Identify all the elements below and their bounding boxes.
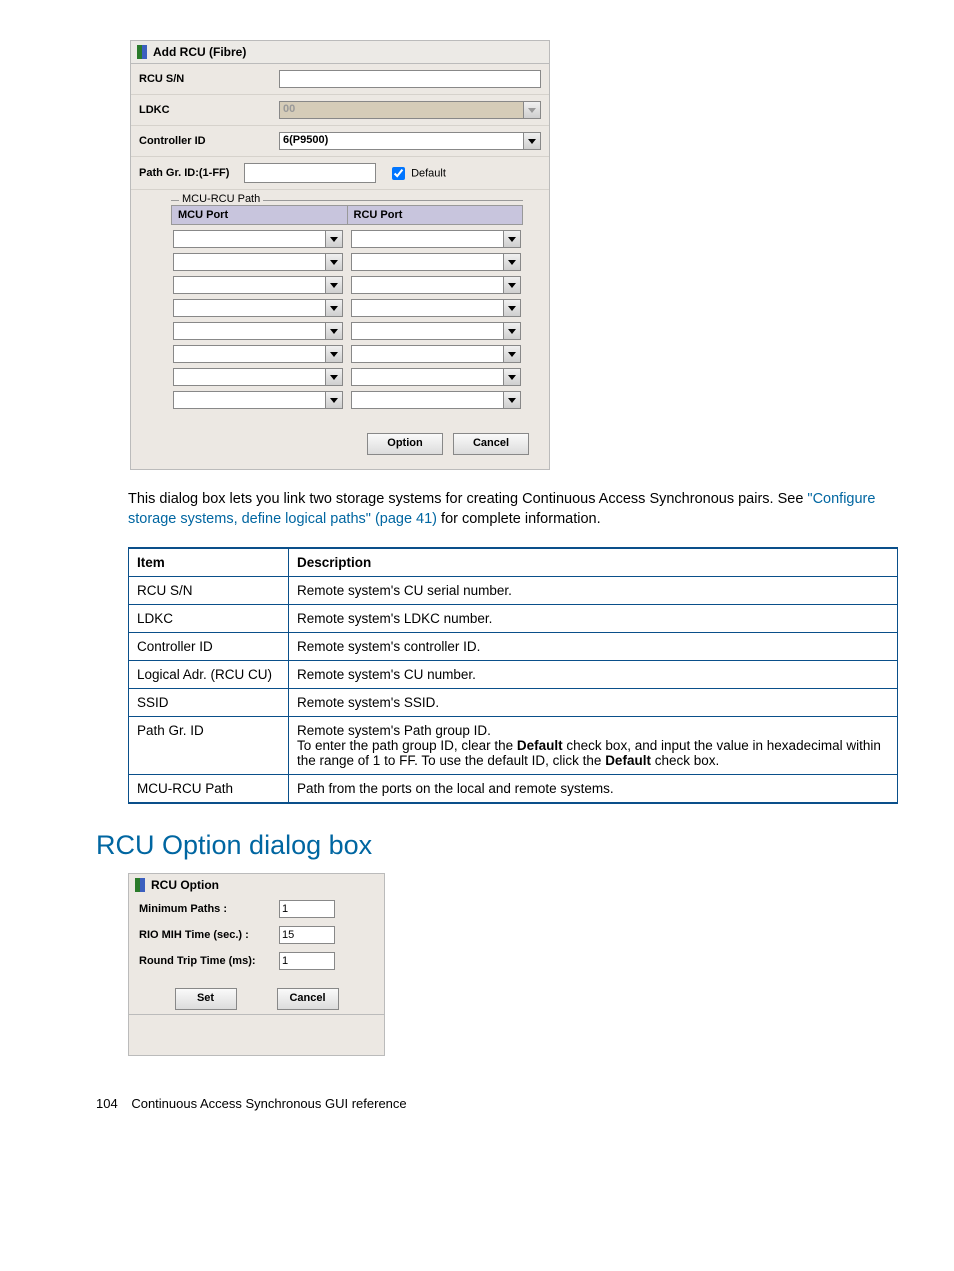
table-cell: Path Gr. ID	[129, 717, 289, 775]
option-button[interactable]: Option	[367, 433, 443, 455]
page-footer: 104 Continuous Access Synchronous GUI re…	[96, 1096, 894, 1111]
chevron-down-icon	[523, 102, 540, 118]
table-cell: MCU-RCU Path	[129, 775, 289, 804]
rcu-sn-input[interactable]	[279, 70, 541, 88]
min-paths-label: Minimum Paths :	[139, 903, 279, 915]
mcu-port-select[interactable]	[173, 299, 343, 317]
th-item: Item	[129, 548, 289, 577]
rcu-port-select[interactable]	[351, 299, 521, 317]
chevron-down-icon[interactable]	[503, 231, 520, 247]
th-desc: Description	[289, 548, 898, 577]
ldkc-select: 00	[279, 101, 541, 119]
table-cell: Remote system's Path group ID. To enter …	[289, 717, 898, 775]
rio-label: RIO MIH Time (sec.) :	[139, 929, 279, 941]
mcu-port-select[interactable]	[173, 368, 343, 386]
chevron-down-icon[interactable]	[503, 392, 520, 408]
description-paragraph: This dialog box lets you link two storag…	[128, 490, 898, 529]
rcu-port-select[interactable]	[351, 253, 521, 271]
controller-id-select[interactable]: 6(P9500)	[279, 132, 541, 150]
chevron-down-icon[interactable]	[523, 133, 540, 149]
table-cell: SSID	[129, 689, 289, 717]
mcu-rcu-legend: MCU-RCU Path	[179, 193, 263, 205]
chevron-down-icon[interactable]	[325, 300, 342, 316]
mcu-port-header: MCU Port	[172, 206, 348, 224]
cancel-button[interactable]: Cancel	[453, 433, 529, 455]
chevron-down-icon[interactable]	[325, 323, 342, 339]
mcu-port-select[interactable]	[173, 276, 343, 294]
chevron-down-icon[interactable]	[503, 300, 520, 316]
title-icon	[137, 45, 147, 59]
chevron-down-icon[interactable]	[325, 254, 342, 270]
chevron-down-icon[interactable]	[503, 323, 520, 339]
rio-input[interactable]	[279, 926, 335, 944]
dialog2-title: RCU Option	[129, 874, 384, 896]
rcu-port-select[interactable]	[351, 230, 521, 248]
chevron-down-icon[interactable]	[325, 346, 342, 362]
chevron-down-icon[interactable]	[503, 254, 520, 270]
table-cell: Controller ID	[129, 633, 289, 661]
rcu-port-select[interactable]	[351, 391, 521, 409]
table-cell: RCU S/N	[129, 577, 289, 605]
chevron-down-icon[interactable]	[325, 231, 342, 247]
table-cell: Remote system's LDKC number.	[289, 605, 898, 633]
chevron-down-icon[interactable]	[325, 369, 342, 385]
chevron-down-icon[interactable]	[325, 277, 342, 293]
table-cell: Remote system's CU number.	[289, 661, 898, 689]
path-gr-label: Path Gr. ID:(1-FF)	[139, 167, 244, 179]
footer-text: Continuous Access Synchronous GUI refere…	[131, 1096, 406, 1111]
rtt-label: Round Trip Time (ms):	[139, 955, 279, 967]
path-gr-input[interactable]	[244, 163, 376, 183]
ldkc-label: LDKC	[139, 104, 279, 116]
title-icon	[135, 878, 145, 892]
table-cell: Remote system's SSID.	[289, 689, 898, 717]
rcu-port-select[interactable]	[351, 345, 521, 363]
chevron-down-icon[interactable]	[503, 369, 520, 385]
ports-body	[171, 230, 523, 409]
mcu-port-select[interactable]	[173, 230, 343, 248]
rcu-port-select[interactable]	[351, 322, 521, 340]
rcu-port-select[interactable]	[351, 368, 521, 386]
table-cell: Logical Adr. (RCU CU)	[129, 661, 289, 689]
mcu-port-select[interactable]	[173, 391, 343, 409]
table-cell: Path from the ports on the local and rem…	[289, 775, 898, 804]
items-table: Item Description RCU S/NRemote system's …	[128, 547, 898, 804]
cancel-button[interactable]: Cancel	[277, 988, 339, 1010]
chevron-down-icon[interactable]	[325, 392, 342, 408]
mcu-port-select[interactable]	[173, 322, 343, 340]
section-heading: RCU Option dialog box	[96, 830, 894, 861]
chevron-down-icon[interactable]	[503, 277, 520, 293]
rcu-option-dialog: RCU Option Minimum Paths : RIO MIH Time …	[128, 873, 385, 1056]
default-checkbox-label[interactable]: Default	[388, 164, 446, 183]
page-number: 104	[96, 1096, 118, 1111]
dialog-title: Add RCU (Fibre)	[131, 41, 549, 64]
rtt-input[interactable]	[279, 952, 335, 970]
mcu-port-select[interactable]	[173, 253, 343, 271]
table-cell: LDKC	[129, 605, 289, 633]
mcu-port-select[interactable]	[173, 345, 343, 363]
chevron-down-icon[interactable]	[503, 346, 520, 362]
default-checkbox[interactable]	[392, 167, 405, 180]
table-cell: Remote system's controller ID.	[289, 633, 898, 661]
min-paths-input[interactable]	[279, 900, 335, 918]
add-rcu-dialog: Add RCU (Fibre) RCU S/N LDKC 00 Controll…	[130, 40, 550, 470]
rcu-sn-label: RCU S/N	[139, 73, 279, 85]
title-text: Add RCU (Fibre)	[153, 45, 246, 59]
rcu-port-header: RCU Port	[348, 206, 523, 224]
controller-id-label: Controller ID	[139, 135, 279, 147]
rcu-port-select[interactable]	[351, 276, 521, 294]
set-button[interactable]: Set	[175, 988, 237, 1010]
table-cell: Remote system's CU serial number.	[289, 577, 898, 605]
